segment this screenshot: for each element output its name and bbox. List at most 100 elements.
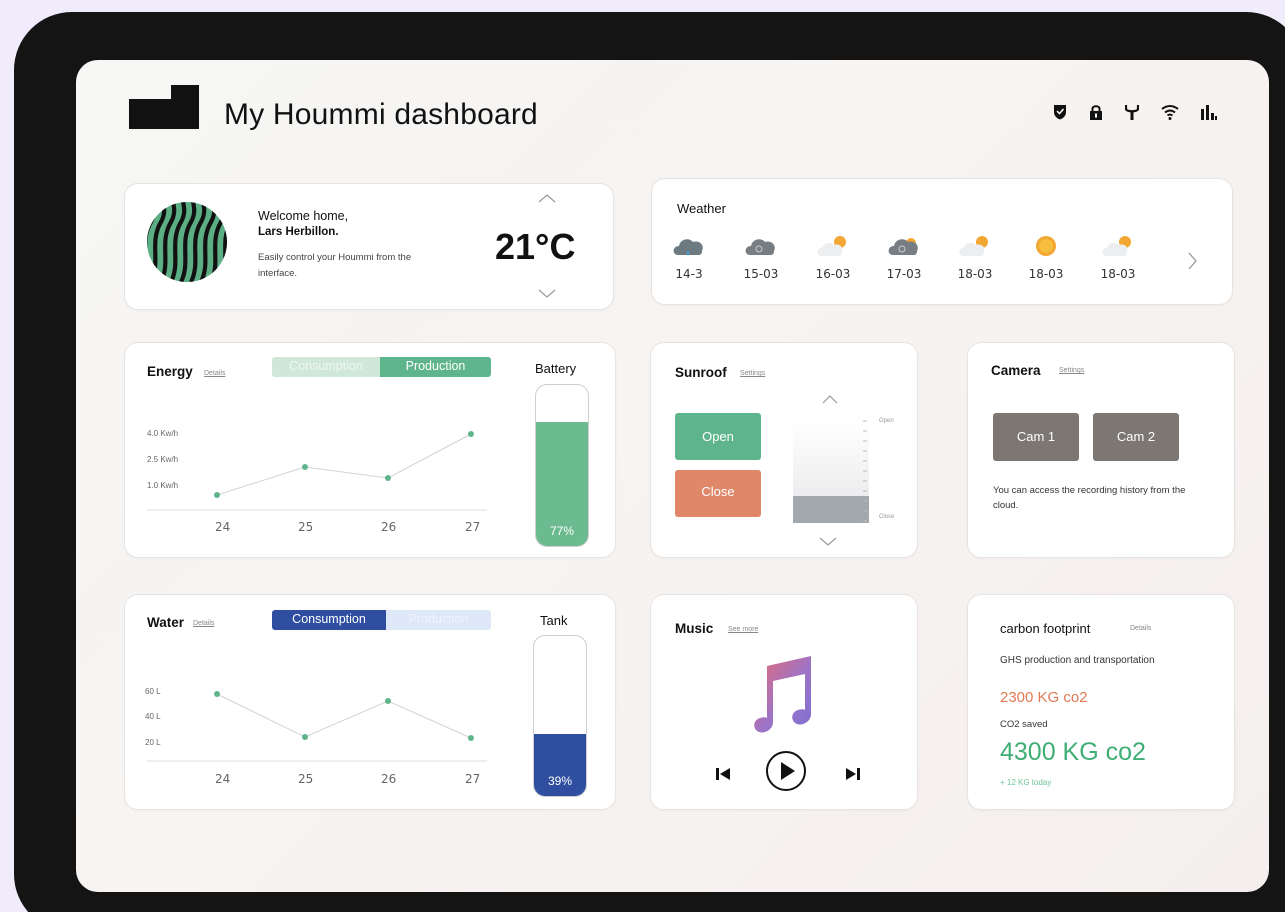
camera-title: Camera	[991, 363, 1041, 378]
carbon-footprint-card: carbon footprint Details GHS production …	[967, 594, 1235, 810]
camera-history-note: You can access the recording history fro…	[993, 485, 1186, 511]
weather-next-chevron-icon[interactable]	[1187, 251, 1199, 271]
tank-label: Tank	[540, 613, 568, 628]
tablet-frame: My Hoummi dashboard Welcome home, Lars H…	[14, 12, 1285, 912]
sunroof-open-button[interactable]: Open	[675, 413, 761, 460]
weather-date: 18-03	[1100, 267, 1136, 281]
weather-date: 14-3	[675, 267, 703, 281]
weather-title: Weather	[677, 201, 726, 216]
weather-day: 18-03	[950, 233, 1000, 281]
carbon-saved-value: 4300 KG co2	[1000, 738, 1146, 766]
weather-date: 18-03	[1028, 267, 1064, 281]
sunroof-up-chevron-icon[interactable]	[821, 394, 839, 405]
partly-cloudy-icon	[817, 236, 846, 256]
cam-1-button[interactable]: Cam 1	[993, 413, 1079, 461]
weather-date: 16-03	[815, 267, 851, 281]
water-line-chart	[147, 691, 487, 762]
weather-date: 17-03	[886, 267, 922, 281]
carbon-title: carbon footprint	[1000, 621, 1091, 636]
sunroof-title: Sunroof	[675, 365, 727, 380]
wifi-icon[interactable]	[1161, 104, 1179, 120]
tank-gauge: 39%	[533, 635, 587, 797]
sun-icon	[1036, 236, 1056, 256]
sunroof-slider-fill	[793, 496, 869, 523]
carbon-details-link[interactable]: Details	[1130, 625, 1151, 632]
carbon-saved-label: CO2 saved	[1000, 719, 1048, 730]
weather-day: 17-03	[879, 233, 929, 281]
x-axis-label: 24	[215, 772, 231, 786]
user-name: Lars Herbillon.	[258, 226, 339, 238]
play-icon[interactable]	[765, 750, 807, 792]
temperature-value: 21°C	[495, 226, 576, 267]
sunroof-scale-close-label: Close	[879, 514, 895, 520]
sunroof-down-chevron-icon[interactable]	[818, 536, 838, 547]
music-note-icon	[754, 656, 811, 733]
battery-gauge: 77%	[535, 384, 589, 547]
carbon-subtitle: GHS production and transportation	[1000, 655, 1155, 666]
energy-data-point	[214, 492, 220, 498]
x-axis-label: 27	[465, 772, 481, 786]
antenna-icon[interactable]	[1125, 104, 1139, 120]
welcome-greeting: Welcome home,	[258, 209, 349, 223]
dashboard-screen: My Hoummi dashboard Welcome home, Lars H…	[76, 60, 1269, 892]
signal-bars-icon[interactable]	[1201, 104, 1217, 120]
weather-day: 14-3	[664, 233, 714, 281]
energy-series-line	[216, 433, 472, 496]
sunroof-scale-open-label: Open	[879, 418, 894, 424]
temperature-down-chevron-icon[interactable]	[537, 288, 557, 300]
weather-card: Weather 14-3 15-03 16-03 17-03 18-03 18-…	[651, 178, 1233, 305]
energy-data-point	[385, 475, 391, 481]
x-axis-label: 25	[298, 520, 314, 534]
shield-icon[interactable]	[1053, 104, 1067, 120]
temperature-up-chevron-icon[interactable]	[537, 192, 557, 204]
carbon-produced-value: 2300 KG co2	[1000, 689, 1088, 706]
x-axis-label: 26	[381, 520, 397, 534]
sunroof-card: Sunroof Settings Open Close Open Close	[650, 342, 918, 558]
avatar	[147, 202, 227, 282]
weather-day: 16-03	[808, 233, 858, 281]
partly-cloudy-icon	[1102, 236, 1131, 256]
previous-track-icon[interactable]	[714, 765, 732, 783]
weather-date: 15-03	[743, 267, 779, 281]
next-track-icon[interactable]	[844, 765, 862, 783]
camera-settings-link[interactable]: Settings	[1059, 367, 1084, 374]
cloud-rain-icon	[673, 239, 703, 256]
carbon-today-value: + 12 KG today	[1000, 778, 1052, 787]
page-title: My Hoummi dashboard	[224, 98, 538, 131]
weather-day: 18-03	[1021, 233, 1071, 281]
partly-cloudy-icon	[959, 236, 988, 256]
water-card: Water Details Consumption Production 60 …	[124, 594, 616, 810]
music-see-more-link[interactable]: See more	[728, 626, 758, 633]
sunroof-slider[interactable]	[793, 423, 869, 523]
x-axis-label: 25	[298, 772, 314, 786]
water-data-point	[214, 691, 220, 697]
sunroof-settings-link[interactable]: Settings	[740, 370, 765, 377]
water-data-point	[468, 735, 474, 741]
welcome-description: Easily control your Hoummi from the inte…	[258, 252, 412, 279]
music-card: Music See more	[650, 594, 918, 810]
cloud-sun-snow-icon	[888, 238, 918, 255]
cloud-snow-icon	[745, 239, 775, 255]
x-axis-label: 24	[215, 520, 231, 534]
camera-card: Camera Settings Cam 1 Cam 2 You can acce…	[967, 342, 1235, 558]
water-data-point	[302, 734, 308, 740]
lock-icon[interactable]	[1089, 104, 1103, 120]
energy-line-chart	[147, 431, 487, 511]
energy-data-point	[468, 431, 474, 437]
music-title: Music	[675, 621, 714, 636]
status-bar	[1053, 104, 1217, 120]
energy-data-point	[302, 464, 308, 470]
x-axis-label: 26	[381, 772, 397, 786]
cam-2-button[interactable]: Cam 2	[1093, 413, 1179, 461]
sunroof-close-button[interactable]: Close	[675, 470, 761, 517]
hoummi-logo	[129, 85, 199, 129]
weather-date: 18-03	[957, 267, 993, 281]
tank-value: 39%	[547, 774, 573, 788]
weather-day: 15-03	[736, 233, 786, 281]
battery-value: 77%	[549, 524, 575, 538]
sunroof-scale	[863, 420, 867, 522]
x-axis-label: 27	[465, 520, 481, 534]
water-series-line	[216, 693, 472, 739]
weather-day: 18-03	[1093, 233, 1143, 281]
water-data-point	[385, 698, 391, 704]
